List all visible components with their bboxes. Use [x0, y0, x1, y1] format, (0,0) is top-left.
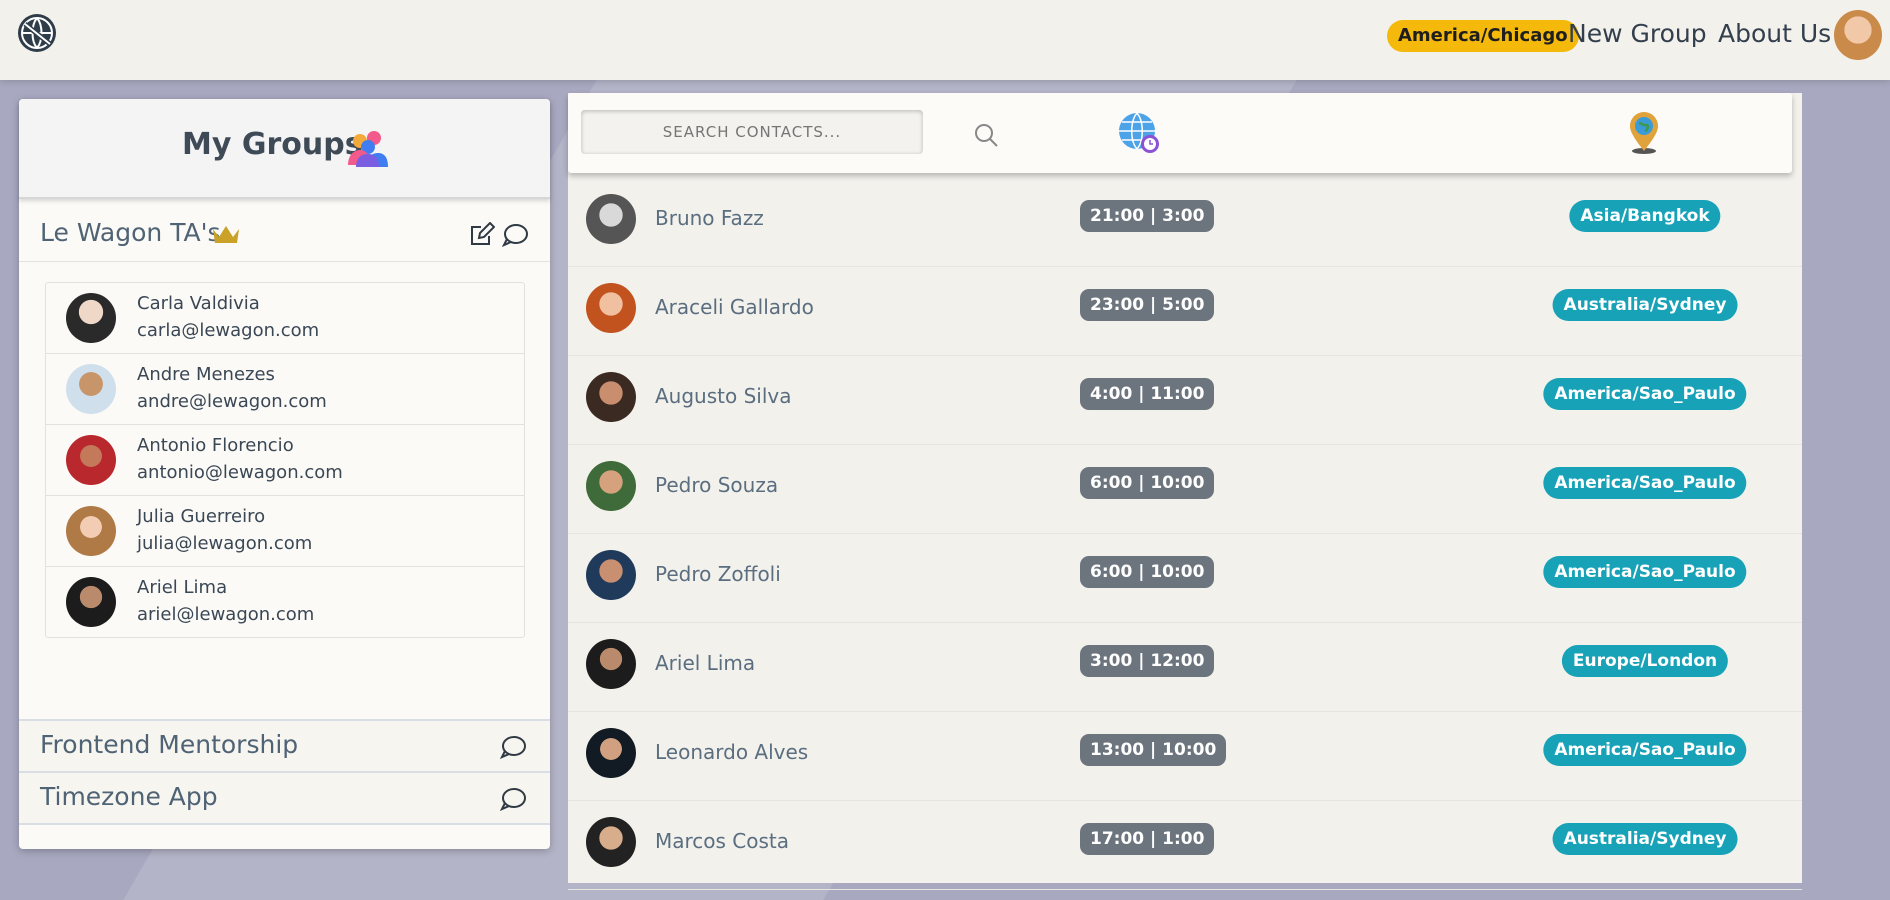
member-name: Ariel Lima: [137, 577, 228, 598]
contact-name: Bruno Fazz: [655, 206, 764, 230]
member-email: antonio@lewagon.com: [137, 462, 343, 483]
contact-name: Pedro Souza: [655, 473, 779, 497]
contacts-panel: Bruno Fazz 21:00 | 3:00 Asia/Bangkok Ara…: [568, 93, 1802, 890]
group-name: Timezone App: [40, 782, 218, 811]
time-badge: 21:00 | 3:00: [1080, 200, 1215, 232]
contact-avatar: [586, 194, 636, 244]
contact-row[interactable]: Marcos Costa 17:00 | 1:00 Australia/Sydn…: [568, 801, 1802, 890]
member-avatar: [66, 577, 116, 627]
contact-avatar: [586, 283, 636, 333]
contact-name: Pedro Zoffoli: [655, 562, 781, 586]
member-list: Carla Valdivia carla@lewagon.com Andre M…: [45, 282, 525, 638]
navbar: America/Chicago New Group About Us: [0, 0, 1890, 80]
groups-header: My Groups: [19, 99, 550, 199]
member-item[interactable]: Andre Menezes andre@lewagon.com: [46, 354, 524, 425]
group-name: Frontend Mentorship: [40, 730, 299, 759]
timezone-badge: America/Sao_Paulo: [1543, 378, 1747, 410]
member-email: andre@lewagon.com: [137, 391, 327, 412]
timezone-badge: Asia/Bangkok: [1569, 200, 1721, 232]
member-item[interactable]: Ariel Lima ariel@lewagon.com: [46, 567, 524, 637]
chat-icon[interactable]: [502, 223, 528, 247]
contact-name: Ariel Lima: [655, 651, 756, 675]
contact-name: Araceli Gallardo: [655, 295, 814, 319]
contact-name: Leonardo Alves: [655, 740, 809, 764]
active-group-name: Le Wagon TA's: [40, 218, 221, 247]
group-row-timezone-app[interactable]: Timezone App: [19, 771, 550, 825]
timezone-badge: America/Sao_Paulo: [1543, 467, 1747, 499]
timezone-badge: America/Sao_Paulo: [1543, 556, 1747, 588]
current-timezone-badge: America/Chicago: [1387, 20, 1579, 52]
search-icon[interactable]: [973, 122, 999, 148]
contact-avatar: [586, 817, 636, 867]
contact-avatar: [586, 372, 636, 422]
contact-row[interactable]: Augusto Silva 4:00 | 11:00 America/Sao_P…: [568, 356, 1802, 445]
member-avatar: [66, 293, 116, 343]
chat-icon[interactable]: [500, 735, 526, 759]
contact-avatar: [586, 639, 636, 689]
group-people-icon: [348, 131, 388, 167]
time-badge: 23:00 | 5:00: [1080, 289, 1215, 321]
time-badge: 17:00 | 1:00: [1080, 823, 1215, 855]
contact-row[interactable]: Leonardo Alves 13:00 | 10:00 America/Sao…: [568, 712, 1802, 801]
globe-clock-icon[interactable]: [1117, 111, 1161, 155]
timezone-badge: Australia/Sydney: [1552, 289, 1738, 321]
member-name: Carla Valdivia: [137, 293, 260, 314]
member-item[interactable]: Antonio Florencio antonio@lewagon.com: [46, 425, 524, 496]
member-item[interactable]: Julia Guerreiro julia@lewagon.com: [46, 496, 524, 567]
globe-logo-icon[interactable]: [16, 12, 58, 54]
contacts-toolbar: [568, 93, 1792, 173]
search-input[interactable]: [581, 110, 923, 154]
contact-row[interactable]: Ariel Lima 3:00 | 12:00 Europe/London: [568, 623, 1802, 712]
member-email: ariel@lewagon.com: [137, 604, 315, 625]
member-item[interactable]: Carla Valdivia carla@lewagon.com: [46, 283, 524, 354]
contact-name: Augusto Silva: [655, 384, 792, 408]
time-badge: 6:00 | 10:00: [1080, 556, 1215, 588]
contact-row[interactable]: Araceli Gallardo 23:00 | 5:00 Australia/…: [568, 267, 1802, 356]
member-name: Julia Guerreiro: [137, 506, 266, 527]
member-avatar: [66, 435, 116, 485]
contact-avatar: [586, 728, 636, 778]
member-avatar: [66, 506, 116, 556]
time-badge: 4:00 | 11:00: [1080, 378, 1215, 410]
user-avatar[interactable]: [1834, 10, 1882, 60]
time-badge: 6:00 | 10:00: [1080, 467, 1215, 499]
edit-icon[interactable]: [469, 222, 495, 248]
member-email: julia@lewagon.com: [137, 533, 313, 554]
time-badge: 13:00 | 10:00: [1080, 734, 1227, 766]
groups-panel: My Groups Le Wagon TA's Carla Valdivia c…: [19, 99, 550, 849]
time-badge: 3:00 | 12:00: [1080, 645, 1215, 677]
map-pin-icon[interactable]: [1627, 111, 1661, 155]
chat-icon[interactable]: [500, 787, 526, 811]
crown-icon: [213, 226, 239, 243]
member-name: Andre Menezes: [137, 364, 275, 385]
groups-title: My Groups: [182, 127, 363, 162]
about-us-link[interactable]: About Us: [1718, 19, 1831, 48]
active-group-row[interactable]: Le Wagon TA's: [19, 211, 550, 262]
timezone-badge: America/Sao_Paulo: [1543, 734, 1747, 766]
timezone-badge: Australia/Sydney: [1552, 823, 1738, 855]
timezone-badge: Europe/London: [1561, 645, 1729, 677]
group-row-frontend-mentorship[interactable]: Frontend Mentorship: [19, 719, 550, 773]
contact-row[interactable]: Bruno Fazz 21:00 | 3:00 Asia/Bangkok: [568, 178, 1802, 267]
new-group-link[interactable]: New Group: [1568, 19, 1707, 48]
member-name: Antonio Florencio: [137, 435, 294, 456]
member-email: carla@lewagon.com: [137, 320, 320, 341]
contact-name: Marcos Costa: [655, 829, 790, 853]
contact-row[interactable]: Pedro Zoffoli 6:00 | 10:00 America/Sao_P…: [568, 534, 1802, 623]
contact-row[interactable]: Pedro Souza 6:00 | 10:00 America/Sao_Pau…: [568, 445, 1802, 534]
member-avatar: [66, 364, 116, 414]
contact-avatar: [586, 550, 636, 600]
contact-avatar: [586, 461, 636, 511]
